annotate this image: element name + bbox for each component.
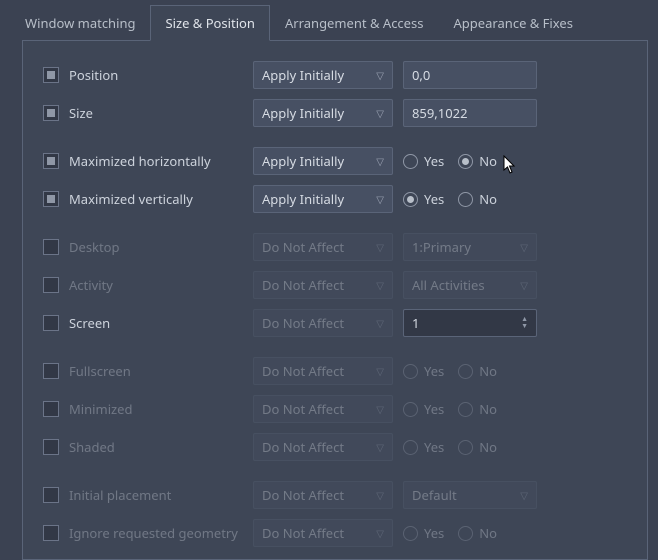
chevron-down-icon: ▽: [376, 106, 384, 120]
chevron-down-icon: ▽: [520, 240, 528, 254]
row-minimized: Minimized Do Not Affect ▽ Yes No: [43, 393, 627, 425]
ignore-geometry-checkbox[interactable]: [43, 525, 59, 541]
chevron-down-icon: ▽: [520, 488, 528, 502]
minimized-no-radio: [458, 402, 473, 417]
minimized-label: Minimized: [69, 400, 132, 418]
max-v-checkbox[interactable]: [43, 191, 59, 207]
ignore-geometry-no-radio: [458, 526, 473, 541]
fullscreen-apply-select: Do Not Affect ▽: [253, 357, 393, 385]
fullscreen-label: Fullscreen: [69, 362, 131, 380]
size-input[interactable]: 859,1022: [403, 99, 537, 127]
max-h-yes-label: Yes: [424, 152, 444, 170]
initial-placement-checkbox[interactable]: [43, 487, 59, 503]
row-max-horizontal: Maximized horizontally Apply Initially ▽…: [43, 145, 627, 177]
ignore-geometry-label: Ignore requested geometry: [69, 524, 238, 542]
screen-spinner[interactable]: 1 ▲▼: [403, 309, 537, 337]
chevron-down-icon: ▽: [376, 192, 384, 206]
row-ignore-geometry: Ignore requested geometry Do Not Affect …: [43, 517, 627, 549]
chevron-down-icon: ▽: [376, 68, 384, 82]
row-initial-placement: Initial placement Do Not Affect ▽ Defaul…: [43, 479, 627, 511]
max-h-no-radio[interactable]: [458, 154, 473, 169]
position-input[interactable]: 0,0: [403, 61, 537, 89]
shaded-yes-radio: [403, 440, 418, 455]
row-max-vertical: Maximized vertically Apply Initially ▽ Y…: [43, 183, 627, 215]
chevron-down-icon: ▽: [376, 364, 384, 378]
chevron-down-icon: ▽: [376, 402, 384, 416]
desktop-value-select: 1:Primary ▽: [403, 233, 537, 261]
max-v-label: Maximized vertically: [69, 190, 193, 208]
max-v-apply-select[interactable]: Apply Initially ▽: [253, 185, 393, 213]
chevron-down-icon: ▽: [376, 240, 384, 254]
row-position: Position Apply Initially ▽ 0,0: [43, 59, 627, 91]
max-h-label: Maximized horizontally: [69, 152, 211, 170]
max-h-no-label: No: [479, 152, 497, 170]
spinner-arrows-icon: ▲▼: [521, 316, 528, 330]
position-checkbox[interactable]: [43, 67, 59, 83]
size-label: Size: [69, 104, 93, 122]
max-h-checkbox[interactable]: [43, 153, 59, 169]
desktop-label: Desktop: [69, 238, 120, 256]
ignore-geometry-apply-select: Do Not Affect ▽: [253, 519, 393, 547]
row-activity: Activity Do Not Affect ▽ All Activities …: [43, 269, 627, 301]
chevron-down-icon: ▽: [376, 488, 384, 502]
shaded-checkbox[interactable]: [43, 439, 59, 455]
row-fullscreen: Fullscreen Do Not Affect ▽ Yes No: [43, 355, 627, 387]
desktop-checkbox[interactable]: [43, 239, 59, 255]
tab-bar: Window matching Size & Position Arrangem…: [0, 0, 658, 40]
max-v-no-label: No: [479, 190, 497, 208]
screen-label: Screen: [69, 314, 110, 332]
tab-arrangement-access[interactable]: Arrangement & Access: [270, 5, 439, 41]
row-desktop: Desktop Do Not Affect ▽ 1:Primary ▽: [43, 231, 627, 263]
minimized-apply-select: Do Not Affect ▽: [253, 395, 393, 423]
ignore-geometry-yes-radio: [403, 526, 418, 541]
chevron-down-icon: ▽: [376, 316, 384, 330]
max-h-yes-radio[interactable]: [403, 154, 418, 169]
row-shaded: Shaded Do Not Affect ▽ Yes No: [43, 431, 627, 463]
chevron-down-icon: ▽: [376, 440, 384, 454]
minimized-yes-radio: [403, 402, 418, 417]
size-apply-select[interactable]: Apply Initially ▽: [253, 99, 393, 127]
chevron-down-icon: ▽: [376, 278, 384, 292]
minimized-checkbox[interactable]: [43, 401, 59, 417]
screen-apply-select: Do Not Affect ▽: [253, 309, 393, 337]
tab-window-matching[interactable]: Window matching: [10, 5, 150, 41]
chevron-down-icon: ▽: [376, 526, 384, 540]
settings-panel: Position Apply Initially ▽ 0,0 Size Appl…: [22, 40, 648, 560]
desktop-apply-select: Do Not Affect ▽: [253, 233, 393, 261]
chevron-down-icon: ▽: [376, 154, 384, 168]
position-label: Position: [69, 66, 118, 84]
fullscreen-no-radio: [458, 364, 473, 379]
position-apply-select[interactable]: Apply Initially ▽: [253, 61, 393, 89]
shaded-no-radio: [458, 440, 473, 455]
max-v-no-radio[interactable]: [458, 192, 473, 207]
size-checkbox[interactable]: [43, 105, 59, 121]
activity-value-select: All Activities ▽: [403, 271, 537, 299]
tab-size-position[interactable]: Size & Position: [150, 5, 269, 41]
activity-checkbox[interactable]: [43, 277, 59, 293]
activity-label: Activity: [69, 276, 113, 294]
tab-appearance-fixes[interactable]: Appearance & Fixes: [438, 5, 587, 41]
row-screen: Screen Do Not Affect ▽ 1 ▲▼: [43, 307, 627, 339]
max-h-apply-select[interactable]: Apply Initially ▽: [253, 147, 393, 175]
screen-checkbox[interactable]: [43, 315, 59, 331]
shaded-label: Shaded: [69, 438, 115, 456]
chevron-down-icon: ▽: [520, 278, 528, 292]
fullscreen-checkbox[interactable]: [43, 363, 59, 379]
initial-placement-label: Initial placement: [69, 486, 171, 504]
max-v-yes-radio[interactable]: [403, 192, 418, 207]
row-size: Size Apply Initially ▽ 859,1022: [43, 97, 627, 129]
fullscreen-yes-radio: [403, 364, 418, 379]
max-v-yes-label: Yes: [424, 190, 444, 208]
initial-placement-value-select: Default ▽: [403, 481, 537, 509]
shaded-apply-select: Do Not Affect ▽: [253, 433, 393, 461]
activity-apply-select: Do Not Affect ▽: [253, 271, 393, 299]
initial-placement-apply-select: Do Not Affect ▽: [253, 481, 393, 509]
